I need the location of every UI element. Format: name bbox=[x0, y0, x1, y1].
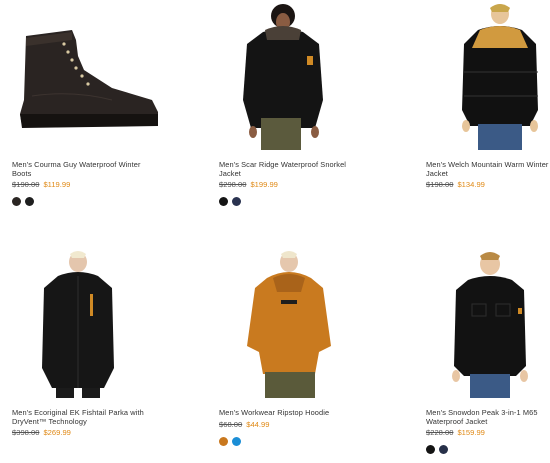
price-row: $298.00 $199.99 bbox=[219, 180, 278, 189]
sale-price: $159.99 bbox=[457, 428, 485, 437]
original-price: $68.00 bbox=[219, 420, 243, 429]
color-swatch-2[interactable] bbox=[232, 437, 241, 446]
sale-price: $199.99 bbox=[250, 180, 278, 189]
product-title[interactable]: Men's Welch Mountain Warm Winter Jacket bbox=[426, 160, 550, 178]
product-title[interactable]: Men's Snowdon Peak 3-in-1 M65 Waterproof… bbox=[426, 408, 550, 426]
product-title[interactable]: Men's Workwear Ripstop Hoodie bbox=[219, 408, 359, 417]
original-price: $298.00 bbox=[219, 180, 247, 189]
original-price: $398.00 bbox=[12, 428, 40, 437]
sale-price: $134.99 bbox=[457, 180, 485, 189]
sale-price: $44.99 bbox=[246, 420, 270, 429]
color-swatch-2[interactable] bbox=[439, 445, 448, 454]
price-row: $198.00 $134.99 bbox=[426, 180, 485, 189]
color-swatches bbox=[12, 197, 38, 207]
color-swatch-2[interactable] bbox=[25, 197, 34, 206]
color-swatch-1[interactable] bbox=[426, 445, 435, 454]
price-row: $190.00 $119.99 bbox=[12, 180, 70, 189]
product-title[interactable]: Men's Scar Ridge Waterproof Snorkel Jack… bbox=[219, 160, 359, 178]
original-price: $228.00 bbox=[426, 428, 454, 437]
color-swatches bbox=[219, 197, 245, 207]
product-title[interactable]: Men's Ecoriginal EK Fishtail Parka with … bbox=[12, 408, 152, 426]
sale-price: $269.99 bbox=[43, 428, 71, 437]
product-image-parka[interactable] bbox=[12, 248, 162, 398]
original-price: $198.00 bbox=[426, 180, 454, 189]
product-image-hoodie[interactable] bbox=[219, 248, 369, 398]
color-swatches bbox=[426, 445, 452, 455]
product-image-jacket[interactable] bbox=[426, 0, 550, 150]
sale-price: $119.99 bbox=[43, 180, 71, 189]
color-swatch-1[interactable] bbox=[219, 437, 228, 446]
product-image-boots[interactable] bbox=[12, 0, 162, 150]
color-swatch-1[interactable] bbox=[219, 197, 228, 206]
price-row: $398.00 $269.99 bbox=[12, 428, 71, 437]
color-swatch-1[interactable] bbox=[12, 197, 21, 206]
product-image-jacket[interactable] bbox=[219, 0, 369, 150]
price-row: $68.00 $44.99 bbox=[219, 420, 269, 429]
price-row: $228.00 $159.99 bbox=[426, 428, 485, 437]
original-price: $190.00 bbox=[12, 180, 40, 189]
product-title[interactable]: Men's Courma Guy Waterproof Winter Boots bbox=[12, 160, 152, 178]
product-image-jacket[interactable] bbox=[426, 248, 550, 398]
color-swatch-2[interactable] bbox=[232, 197, 241, 206]
color-swatches bbox=[219, 437, 245, 447]
